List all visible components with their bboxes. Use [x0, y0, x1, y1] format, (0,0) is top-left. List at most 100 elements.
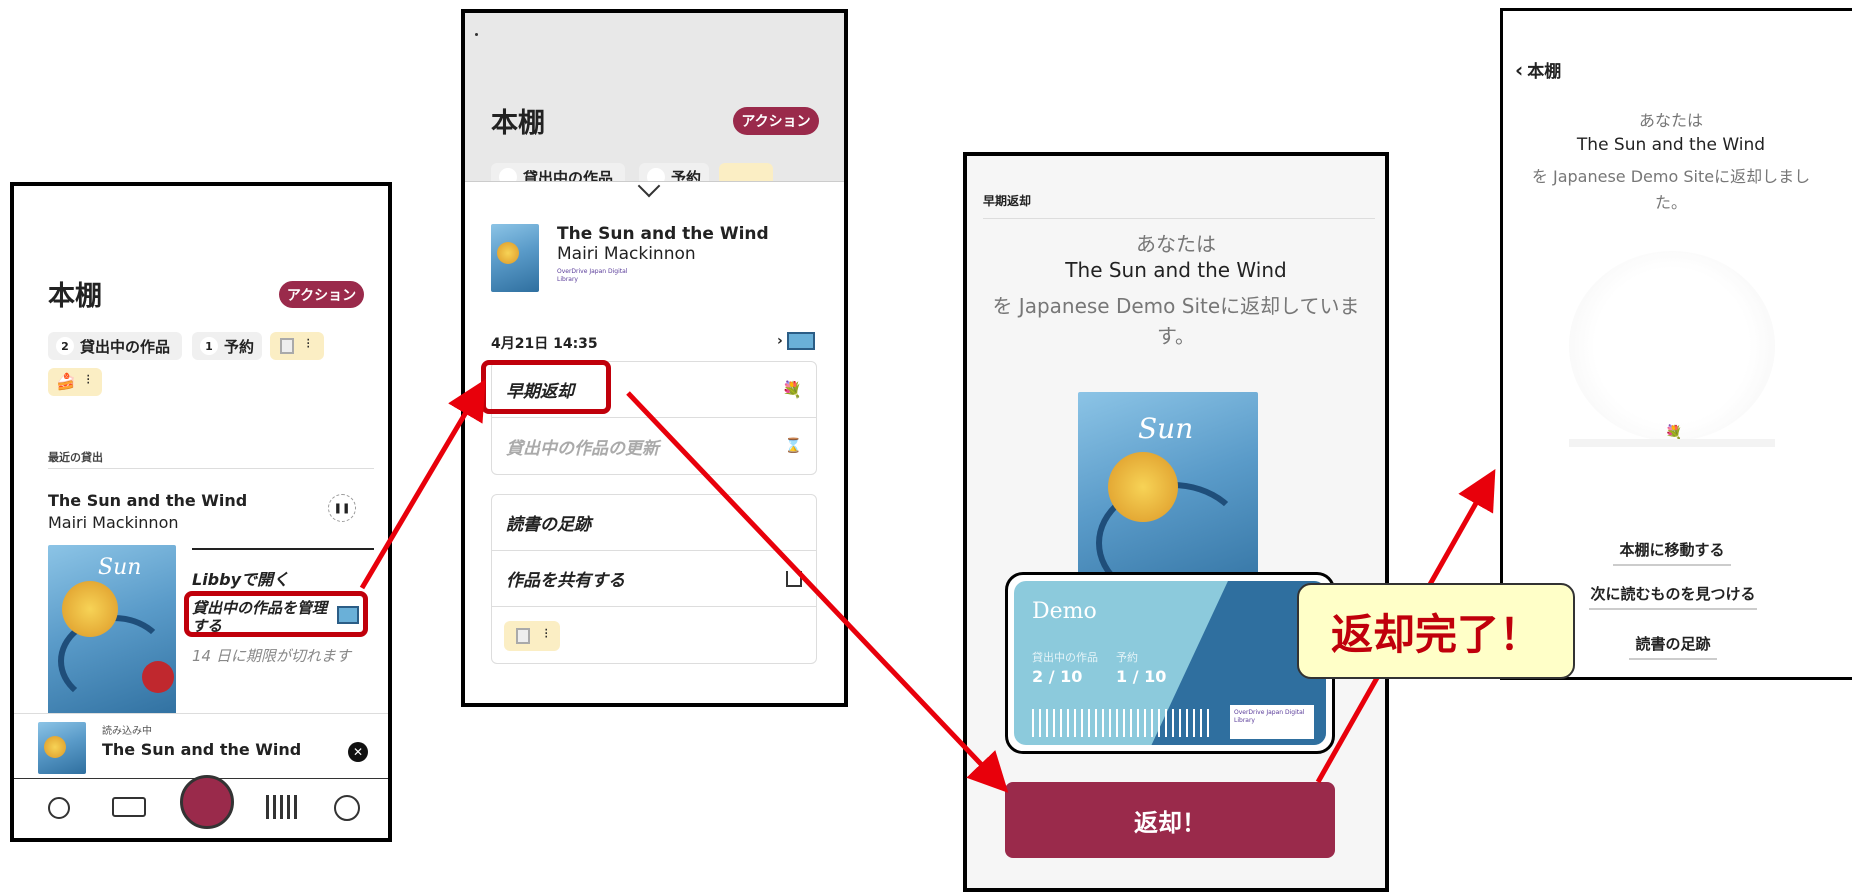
- highlight-return-early: [481, 360, 611, 414]
- cover-sun: [62, 581, 118, 637]
- cover-sun: [1108, 452, 1178, 522]
- card-loans-label: 貸出中の作品: [1032, 651, 1098, 664]
- timeline-icon[interactable]: [334, 795, 360, 821]
- glow-floor: [1569, 439, 1775, 447]
- chevron-left-icon: ‹: [1515, 57, 1524, 82]
- book-title[interactable]: The Sun and the Wind: [48, 491, 247, 510]
- card-loans-value: 2 / 10: [1032, 667, 1083, 686]
- card-holds-value: 1 / 10: [1116, 667, 1167, 686]
- message-line-4: す。: [1157, 324, 1195, 348]
- audio-badge: [142, 661, 174, 693]
- panel-return-early: 早期返却 あなたは The Sun and the Wind を Japanes…: [963, 152, 1389, 892]
- cover-title-art: Sun: [1138, 412, 1194, 445]
- libby-home-icon[interactable]: [180, 775, 234, 829]
- holds-count: 1: [200, 337, 218, 355]
- return-button[interactable]: 返却！: [1005, 782, 1335, 858]
- more-actions-group: 読書の足跡 作品を共有する ⁝: [491, 494, 817, 664]
- close-icon[interactable]: ✕: [348, 742, 368, 762]
- shelf-tag-button[interactable]: ⁝: [270, 332, 324, 360]
- message-book-title: The Sun and the Wind: [1576, 135, 1766, 155]
- panel-returned: ‹ 本棚 あなたは The Sun and the Wind を Japanes…: [1500, 8, 1852, 680]
- sheet-header: 早期返却: [983, 194, 1032, 208]
- notebook-icon: [280, 338, 294, 354]
- return-complete-callout: 返却完了！: [1297, 583, 1575, 679]
- mini-player-title: The Sun and the Wind: [102, 740, 302, 759]
- share-icon: [786, 570, 802, 587]
- dimmed-header: [465, 13, 844, 181]
- cover-sun: [497, 242, 519, 264]
- glow-circle: [1569, 251, 1775, 441]
- shelf-tag-button[interactable]: ⁝: [504, 621, 560, 651]
- action-button[interactable]: アクション: [733, 107, 819, 135]
- panel-loan-options: 本棚 アクション 貸出中の作品 予約 The Sun and the Wind …: [461, 9, 848, 707]
- cover-title-art: Sun: [98, 555, 142, 580]
- search-icon[interactable]: [48, 797, 70, 819]
- holds-label: 予約: [224, 337, 255, 356]
- reading-journey-link[interactable]: 読書の足跡: [1629, 633, 1717, 660]
- find-next-link[interactable]: 次に読むものを見つける: [1589, 583, 1757, 610]
- chevron-right-icon[interactable]: ›: [777, 333, 783, 349]
- expiry-text: 14 日に期限が切れます: [192, 647, 351, 665]
- sheet: The Sun and the Wind Mairi Mackinnon Ove…: [465, 174, 844, 703]
- book-author: Mairi Mackinnon: [557, 244, 696, 264]
- library-name: OverDrive Japan Digital Library: [557, 268, 628, 283]
- divider: [983, 218, 1375, 219]
- panel-bookshelf: 本棚 アクション 2 貸出中の作品 1 予約 ⁝ 🍰 ⁝ 最近の貸出 The S…: [10, 182, 392, 842]
- reading-journey-item[interactable]: 読書の足跡: [492, 495, 816, 551]
- reading-journey-label: 読書の足跡: [506, 515, 591, 535]
- divider: [192, 548, 374, 550]
- share-label: 作品を共有する: [506, 571, 625, 591]
- card-barcode: [1032, 709, 1212, 737]
- shelf-icon[interactable]: [266, 795, 300, 819]
- card-name: Demo: [1032, 599, 1097, 624]
- loans-tab[interactable]: 2 貸出中の作品: [48, 332, 182, 360]
- back-button[interactable]: ‹ 本棚: [1515, 57, 1562, 83]
- divider: [48, 468, 374, 469]
- message-line-4: た。: [1654, 193, 1687, 212]
- pause-icon[interactable]: ❚❚: [328, 494, 356, 522]
- page-title: 本棚: [48, 281, 102, 312]
- book-cover: [491, 224, 539, 292]
- more-icon: ⁝: [86, 372, 91, 388]
- mini-player-cover: [38, 722, 86, 774]
- message-line-1: あなたは: [1638, 111, 1703, 130]
- card-library-label: OverDrive Japan Digital Library: [1230, 705, 1314, 739]
- loans-count: 2: [56, 337, 74, 355]
- go-to-shelf-link[interactable]: 本棚に移動する: [1613, 539, 1731, 566]
- card-holds-label: 予約: [1116, 651, 1138, 664]
- message-line-3: を Japanese Demo Siteに返却していま: [992, 294, 1360, 318]
- message-line-3: を Japanese Demo Siteに返却しまし: [1531, 167, 1811, 186]
- renew-loan-label: 貸出中の作品の更新: [506, 438, 659, 459]
- bouquet-icon: 💐: [782, 380, 802, 399]
- loans-label: 貸出中の作品: [523, 168, 614, 182]
- section-label: 最近の貸出: [48, 451, 103, 464]
- book-title: The Sun and the Wind: [557, 224, 769, 244]
- book-cover[interactable]: Sun: [48, 545, 176, 721]
- book-author[interactable]: Mairi Mackinnon: [48, 513, 179, 532]
- holds-label: 予約: [671, 168, 702, 182]
- cover-sun: [44, 736, 66, 758]
- loans-tab[interactable]: 貸出中の作品: [491, 163, 625, 181]
- cake-tag-button[interactable]: 🍰 ⁝: [48, 368, 102, 396]
- bottom-nav: [14, 775, 388, 838]
- hourglass-icon: ⌛: [784, 438, 802, 454]
- action-button[interactable]: アクション: [279, 281, 364, 308]
- loans-label: 貸出中の作品: [80, 337, 171, 356]
- mini-player-status: 読み込み中: [102, 726, 152, 737]
- highlight-manage-loan: [184, 591, 368, 637]
- more-icon: ⁝: [306, 336, 311, 352]
- cake-icon: 🍰: [56, 372, 76, 391]
- library-card: Demo 貸出中の作品 予約 2 / 10 1 / 10 OverDrive J…: [1005, 572, 1335, 754]
- share-item[interactable]: 作品を共有する: [492, 551, 816, 607]
- message-line-1: あなたは: [1136, 232, 1216, 256]
- shelf-tag-button[interactable]: [719, 163, 773, 181]
- audiobook-icon: [787, 332, 815, 350]
- message-book-title: The Sun and the Wind: [1065, 258, 1287, 282]
- mini-player[interactable]: 読み込み中 The Sun and the Wind ✕: [14, 713, 388, 778]
- back-label: 本棚: [1527, 62, 1562, 82]
- renew-loan-item[interactable]: 貸出中の作品の更新 ⌛: [492, 418, 816, 474]
- status-dot: [475, 33, 478, 36]
- open-in-libby-link[interactable]: Libbyで開く: [192, 566, 289, 590]
- holds-tab[interactable]: 1 予約: [192, 332, 262, 360]
- library-card-icon[interactable]: [112, 797, 146, 817]
